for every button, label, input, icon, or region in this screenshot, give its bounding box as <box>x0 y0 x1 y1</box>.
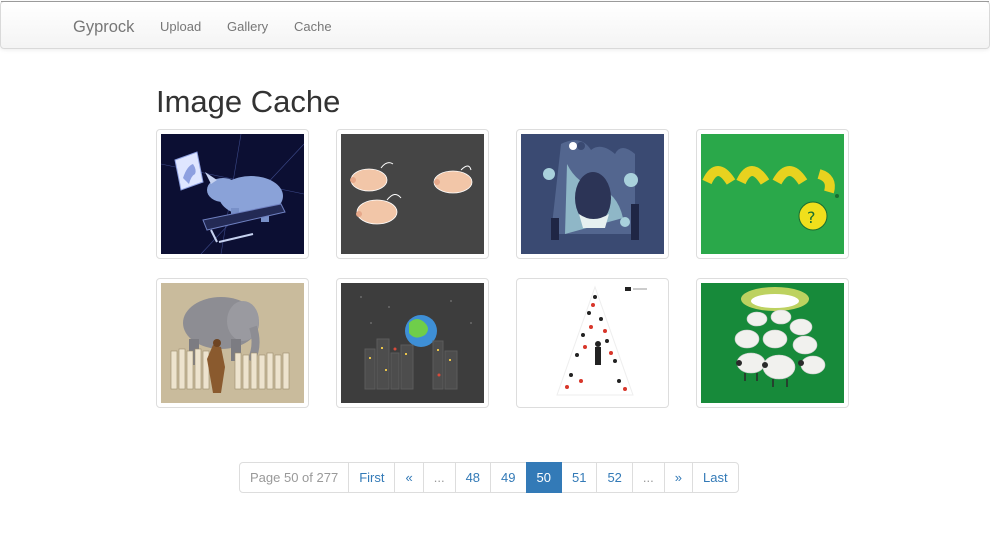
triangle-tree-pattern-icon <box>521 283 664 403</box>
page-link-49[interactable]: 49 <box>490 462 527 493</box>
next-page-link[interactable]: » <box>663 462 693 493</box>
gallery-thumbnail[interactable] <box>156 278 309 408</box>
top-navbar: Gyprock Upload Gallery Cache <box>0 1 990 49</box>
flying-pigs-icon <box>341 134 484 254</box>
last-page-link[interactable]: Last <box>691 462 739 493</box>
nav-gallery-link[interactable]: Gallery <box>227 19 268 34</box>
sheep-flock-icon <box>701 283 844 403</box>
brand-link[interactable]: Gyprock <box>73 18 134 37</box>
page-title: Image Cache <box>156 84 341 119</box>
rhino-treadmill-unicorn-icon <box>161 134 304 254</box>
gallery-thumbnail[interactable] <box>516 129 669 259</box>
page-link-52[interactable]: 52 <box>596 462 633 493</box>
gallery-thumbnail[interactable] <box>336 129 489 259</box>
pagination: Page 50 of 277 First « ... 48 49 50 51 5… <box>239 462 739 493</box>
forest-creatures-icon <box>521 134 664 254</box>
earth-city-icon <box>341 283 484 403</box>
nav-cache-link[interactable]: Cache <box>294 19 332 34</box>
pagination-ellipsis: ... <box>631 462 665 493</box>
pagination-ellipsis: ... <box>422 462 456 493</box>
macaroni-question-icon: ? <box>701 134 844 254</box>
gallery-thumbnail[interactable] <box>516 278 669 408</box>
nav-upload-link[interactable]: Upload <box>160 19 201 34</box>
gallery-thumbnail[interactable]: ? <box>696 129 849 259</box>
elephant-fence-icon <box>161 283 304 403</box>
page-link-50-current[interactable]: 50 <box>525 462 562 493</box>
page-link-48[interactable]: 48 <box>454 462 492 493</box>
gallery-thumbnail[interactable] <box>156 129 309 259</box>
svg-text:?: ? <box>807 208 816 227</box>
gallery-thumbnail[interactable] <box>336 278 489 408</box>
prev-page-link[interactable]: « <box>394 462 424 493</box>
first-page-link[interactable]: First <box>348 462 396 493</box>
page-status: Page 50 of 277 <box>239 462 350 493</box>
gallery-thumbnail[interactable] <box>696 278 849 408</box>
page-link-51[interactable]: 51 <box>560 462 598 493</box>
